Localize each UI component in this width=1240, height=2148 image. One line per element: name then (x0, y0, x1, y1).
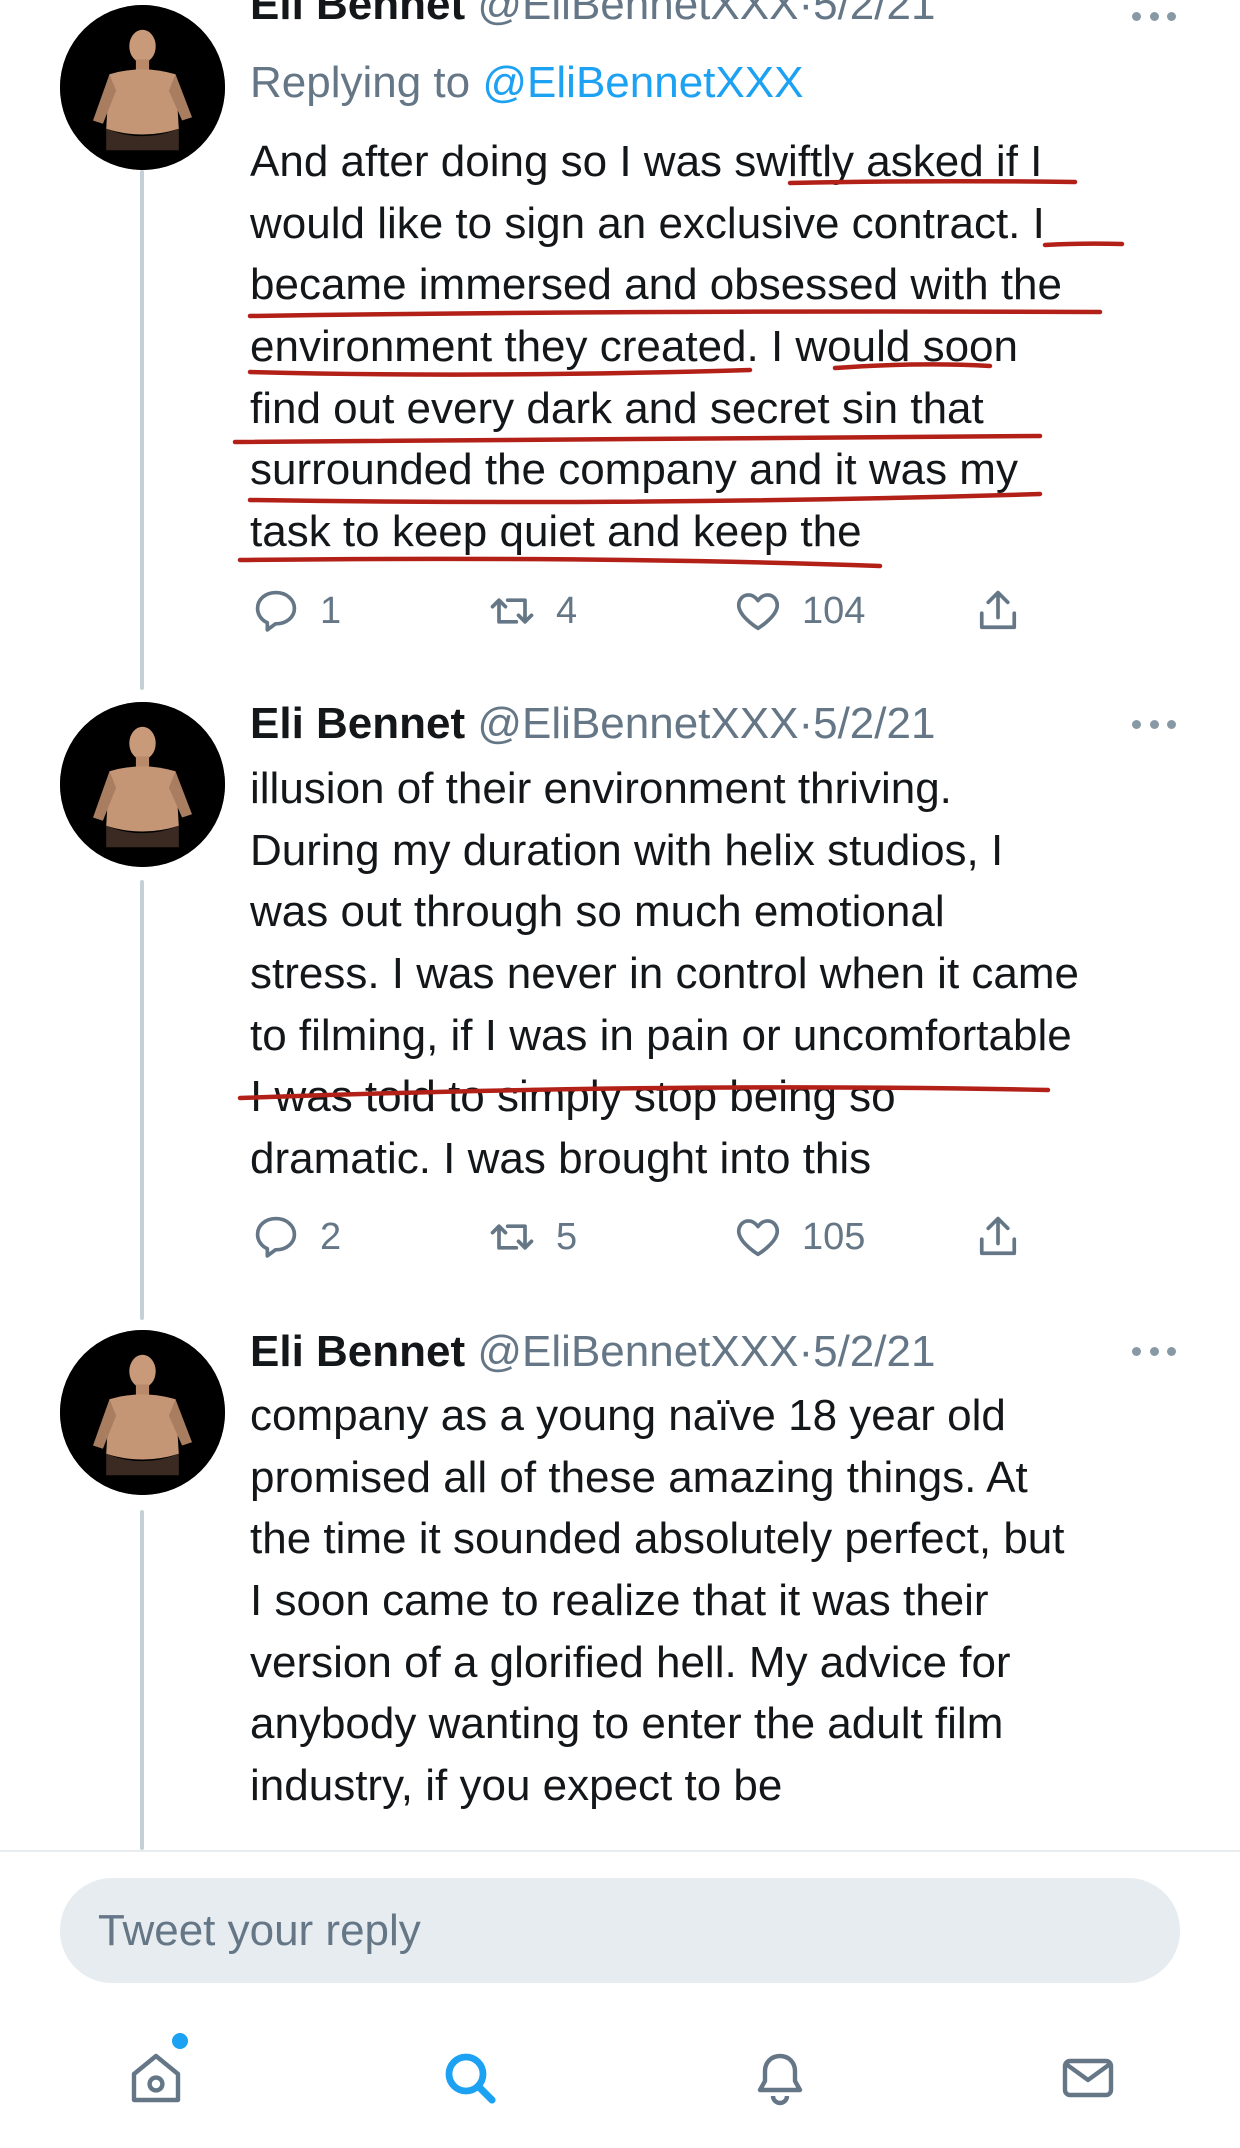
like-count: 105 (802, 1215, 866, 1258)
author-name[interactable]: Eli Bennet (250, 0, 465, 29)
tweet-text: illusion of their environment thriving. … (250, 758, 1185, 1190)
header-separator: · (798, 1327, 814, 1376)
replying-to-prefix: Replying to (250, 58, 471, 107)
retweet-icon (490, 1224, 534, 1250)
tweet-header: Eli Bennet @EliBennetXXX·5/2/21 (250, 697, 935, 751)
tweet-text-line: illusion of their environment thriving. (250, 764, 952, 813)
tweet-reply-input[interactable]: Tweet your reply (60, 1878, 1180, 1983)
thread-connector-line (140, 1510, 144, 1850)
tweet-text-line: surrounded the company and it was my (250, 445, 1018, 495)
tweet-header: Eli Bennet @EliBennetXXX·5/2/21 (250, 0, 935, 32)
avatar-photo-icon (60, 702, 225, 867)
avatar-photo-icon (60, 1330, 225, 1495)
more-options-icon[interactable] (1132, 1345, 1176, 1357)
tweet-text-line: During my duration with helix studios, I (250, 825, 1004, 875)
like-button[interactable]: 104 (732, 582, 865, 640)
tweet-actions: 2 5 105 (250, 1208, 1040, 1266)
tweet-text-line: And after doing so I was swiftly asked i… (250, 137, 1043, 186)
more-options-icon[interactable] (1132, 10, 1176, 22)
reply-bubble-icon (255, 590, 297, 632)
tweet-text: And after doing so I was swiftly asked i… (250, 131, 1185, 563)
retweet-icon (490, 598, 534, 624)
thread-connector-line (140, 170, 144, 690)
header-separator: · (798, 699, 814, 748)
tweet-text-line: version of a glorified hell. My advice f… (250, 1637, 1011, 1687)
tweet-actions: 1 4 104 (250, 582, 1040, 640)
share-icon (979, 1216, 1017, 1256)
reply-button[interactable]: 1 (250, 582, 341, 640)
retweet-count: 4 (556, 589, 578, 632)
tweet-date[interactable]: 5/2/21 (813, 1327, 935, 1376)
tweet-text-line: the time it sounded absolutely perfect, … (250, 1514, 1065, 1564)
tweet-date[interactable]: 5/2/21 (813, 699, 935, 748)
tweet-text-line: industry, if you expect to be (250, 1761, 783, 1811)
avatar[interactable] (60, 1330, 225, 1495)
thread-connector-line (140, 880, 144, 1320)
reply-count: 1 (320, 589, 342, 632)
author-name[interactable]: Eli Bennet (250, 699, 465, 748)
heart-icon (736, 1219, 780, 1257)
author-handle[interactable]: @EliBennetXXX (477, 1327, 798, 1376)
heart-icon (736, 593, 780, 631)
replying-to-mention[interactable]: @EliBennetXXX (482, 58, 803, 107)
notifications-bell-icon[interactable] (748, 2046, 812, 2110)
share-icon (979, 590, 1017, 630)
more-options-icon[interactable] (1132, 718, 1176, 730)
like-count: 104 (802, 589, 866, 632)
share-button[interactable] (972, 582, 1024, 640)
tweet-text-line: would like to sign an exclusive contract… (250, 198, 1045, 248)
reply-count: 2 (320, 1215, 342, 1258)
author-name[interactable]: Eli Bennet (250, 1327, 465, 1376)
tweet-text-line: promised all of these amazing things. At (250, 1452, 1028, 1502)
retweet-button[interactable]: 4 (486, 582, 577, 640)
avatar[interactable] (60, 702, 225, 867)
tweet-text-line: became immersed and obsessed with the (250, 260, 1062, 310)
tweet-date[interactable]: 5/2/21 (813, 0, 935, 29)
author-handle[interactable]: @EliBennetXXX (477, 0, 798, 29)
tweet-text-line: to filming, if I was in pain or uncomfor… (250, 1010, 1072, 1060)
author-handle[interactable]: @EliBennetXXX (477, 699, 798, 748)
tweet-text-line: task to keep quiet and keep the (250, 507, 862, 557)
tweet-text-line: company as a young naïve 18 year old (250, 1391, 1006, 1440)
share-button[interactable] (972, 1208, 1024, 1266)
replying-to-label: Replying to @EliBennetXXX (250, 56, 803, 110)
home-icon[interactable] (124, 2046, 188, 2110)
header-separator: · (798, 0, 814, 29)
tweet-text-line: dramatic. I was brought into this (250, 1134, 872, 1184)
tweet-text: company as a young naïve 18 year old pro… (250, 1385, 1185, 1817)
tweet-text-line: environment they created. I would soon (250, 322, 1019, 372)
reply-bar-divider (0, 1850, 1240, 1852)
tweet-text-line: stress. I was never in control when it c… (250, 949, 1079, 999)
tweet-text-line: anybody wanting to enter the adult film (250, 1699, 1004, 1749)
tweet-text-line: was out through so much emotional (250, 887, 945, 937)
avatar-photo-icon (60, 5, 225, 170)
retweet-button[interactable]: 5 (486, 1208, 577, 1266)
reply-button[interactable]: 2 (250, 1208, 341, 1266)
avatar[interactable] (60, 5, 225, 170)
search-icon[interactable] (438, 2046, 502, 2110)
messages-envelope-icon[interactable] (1056, 2046, 1120, 2110)
tweet-text-line: I was told to simply stop being so (250, 1072, 896, 1122)
like-button[interactable]: 105 (732, 1208, 865, 1266)
tweet-text-line: I soon came to realize that it was their (250, 1576, 989, 1626)
tweet-header: Eli Bennet @EliBennetXXX·5/2/21 (250, 1325, 935, 1379)
notification-dot (172, 2033, 188, 2049)
retweet-count: 5 (556, 1215, 578, 1258)
reply-bubble-icon (255, 1216, 297, 1258)
tweet-text-line: find out every dark and secret sin that (250, 383, 984, 433)
